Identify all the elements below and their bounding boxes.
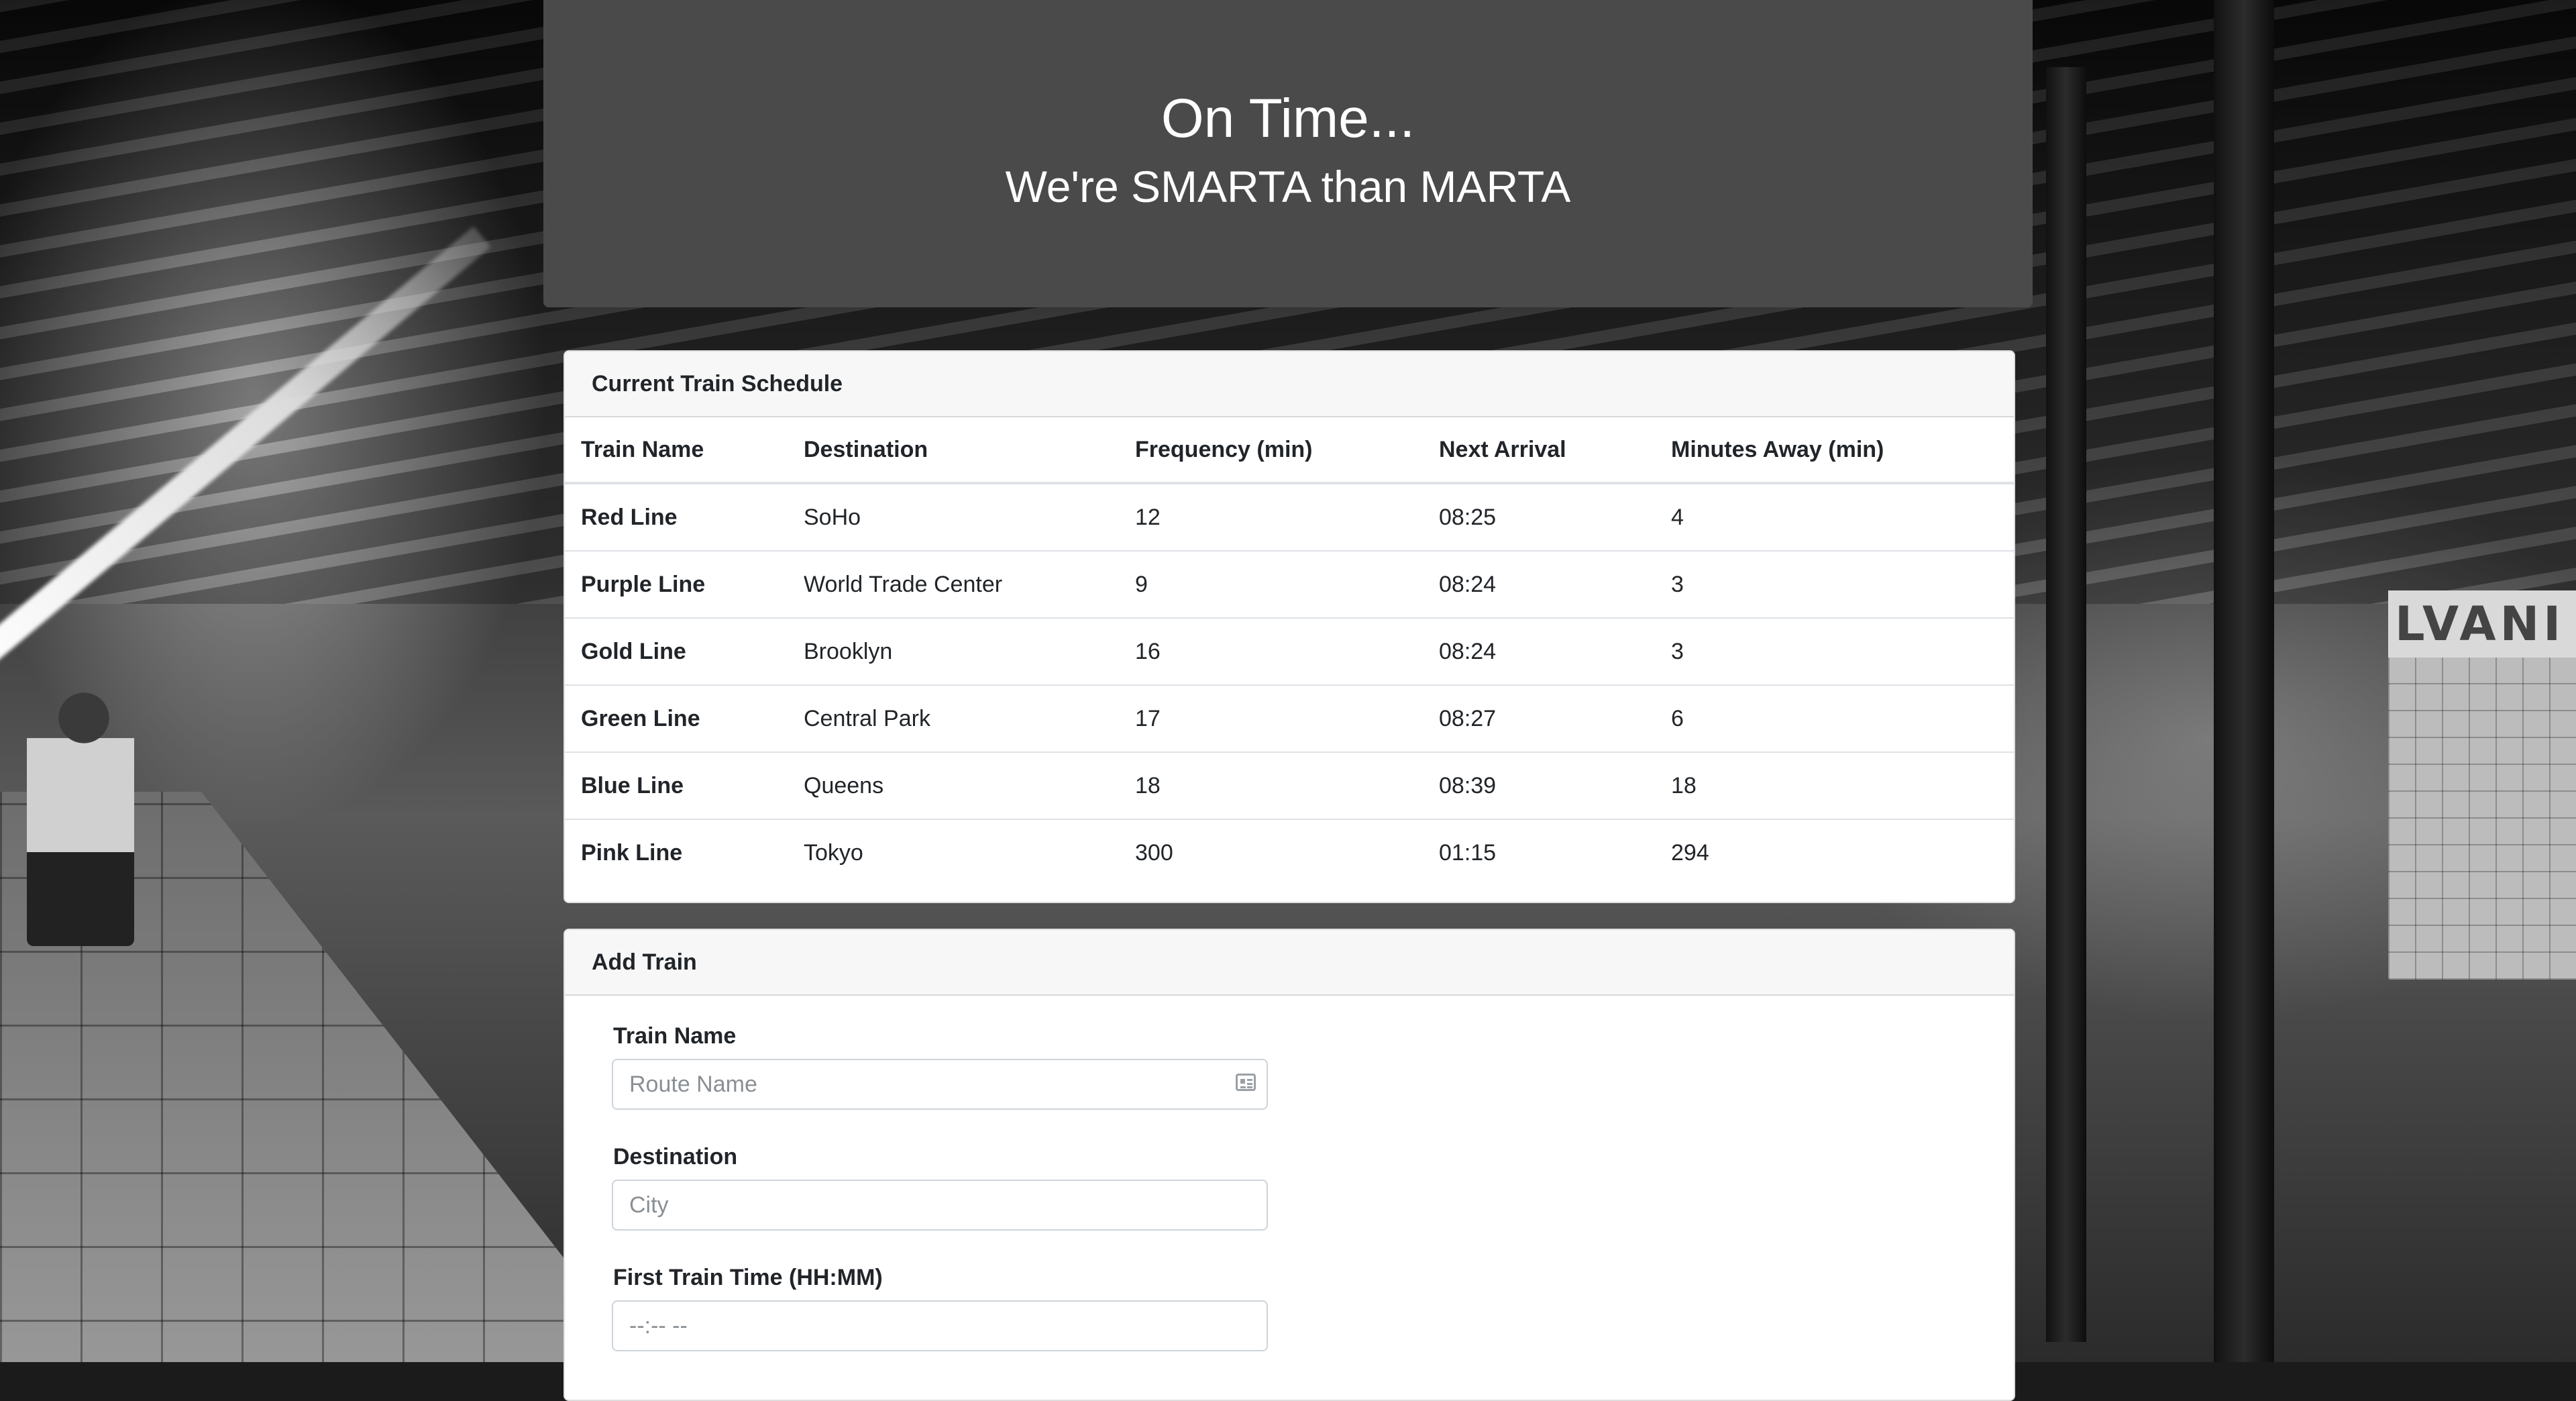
table-row: Red Line SoHo 12 08:25 4: [565, 483, 2014, 552]
train-name-label: Train Name: [613, 1023, 737, 1049]
cell-next-arrival: 08:25: [1423, 483, 1655, 552]
destination-field-wrapper: [612, 1180, 1268, 1231]
table-row: Purple Line World Trade Center 9 08:24 3: [565, 551, 2014, 619]
contact-card-icon[interactable]: [1236, 1074, 1256, 1091]
schedule-card-header: Current Train Schedule: [565, 352, 2014, 417]
table-row: Gold Line Brooklyn 16 08:24 3: [565, 618, 2014, 686]
cell-train-name: Blue Line: [565, 752, 788, 820]
column-header-frequency: Frequency (min): [1119, 417, 1423, 484]
page-title: On Time...: [1161, 88, 1415, 149]
first-train-time-input[interactable]: [612, 1300, 1268, 1351]
schedule-table: Train Name Destination Frequency (min) N…: [565, 417, 2014, 886]
train-name-field-wrapper: [612, 1059, 1268, 1110]
header-banner: On Time... We're SMARTA than MARTA: [543, 0, 2033, 307]
cell-destination: Tokyo: [804, 839, 863, 866]
column-header-train-name: Train Name: [565, 417, 788, 484]
cell-destination: SoHo: [788, 483, 1119, 552]
table-row: Green Line Central Park 17 08:27 6: [565, 685, 2014, 753]
add-train-card: Add Train Train Name Destination First T…: [564, 929, 2015, 1401]
cell-frequency: 12: [1119, 483, 1423, 552]
first-train-time-field-wrapper: [612, 1300, 1268, 1351]
station-sign: LVANI: [2388, 590, 2576, 658]
column-header-next-arrival: Next Arrival: [1423, 417, 1655, 484]
pillar: [2046, 67, 2086, 1342]
cell-next-arrival: 08:24: [1423, 551, 1655, 619]
cell-minutes-away: 4: [1655, 483, 2014, 552]
cell-train-name: Green Line: [565, 685, 788, 753]
cell-next-arrival: 08:39: [1423, 752, 1655, 820]
cell-next-arrival: 01:15: [1439, 839, 1497, 866]
cell-next-arrival: 08:24: [1423, 618, 1655, 686]
cell-minutes-away: 18: [1655, 752, 2014, 820]
cell-destination: Brooklyn: [788, 618, 1119, 686]
column-header-destination: Destination: [788, 417, 1119, 484]
table-row: Blue Line Queens 18 08:39 18: [565, 752, 2014, 820]
train-name-input[interactable]: [612, 1059, 1268, 1110]
cell-minutes-away: 6: [1655, 685, 2014, 753]
pillar: [2214, 0, 2274, 1362]
cell-destination: Queens: [788, 752, 1119, 820]
cell-frequency: 18: [1119, 752, 1423, 820]
cell-frequency: 9: [1119, 551, 1423, 619]
schedule-card: Current Train Schedule Train Name Destin…: [564, 350, 2015, 903]
cell-next-arrival: 08:27: [1423, 685, 1655, 753]
table-row: Pink Line Tokyo 300 01:15 294: [565, 819, 2014, 886]
cell-train-name: Pink Line: [581, 839, 683, 866]
add-train-card-header: Add Train: [565, 930, 2014, 996]
person-silhouette: [27, 691, 134, 946]
cell-train-name: Purple Line: [565, 551, 788, 619]
cell-destination: Central Park: [788, 685, 1119, 753]
page-subtitle: We're SMARTA than MARTA: [1005, 162, 1571, 211]
destination-input[interactable]: [612, 1180, 1268, 1231]
cell-frequency: 16: [1119, 618, 1423, 686]
table-header-row: Train Name Destination Frequency (min) N…: [565, 417, 2014, 484]
cell-minutes-away: 3: [1655, 551, 2014, 619]
first-train-time-label: First Train Time (HH:MM): [613, 1265, 883, 1290]
wall-tiles: [2388, 658, 2576, 980]
cell-frequency: 17: [1119, 685, 1423, 753]
cell-minutes-away: 3: [1655, 618, 2014, 686]
add-train-form: Train Name Destination First Train Time …: [565, 996, 2014, 1351]
destination-label: Destination: [613, 1144, 738, 1170]
cell-train-name: Red Line: [565, 483, 788, 552]
column-header-minutes-away: Minutes Away (min): [1655, 417, 2014, 484]
cell-minutes-away: 294: [1671, 839, 1709, 866]
cell-frequency: 300: [1135, 839, 1173, 866]
cell-destination: World Trade Center: [788, 551, 1119, 619]
cell-train-name: Gold Line: [565, 618, 788, 686]
